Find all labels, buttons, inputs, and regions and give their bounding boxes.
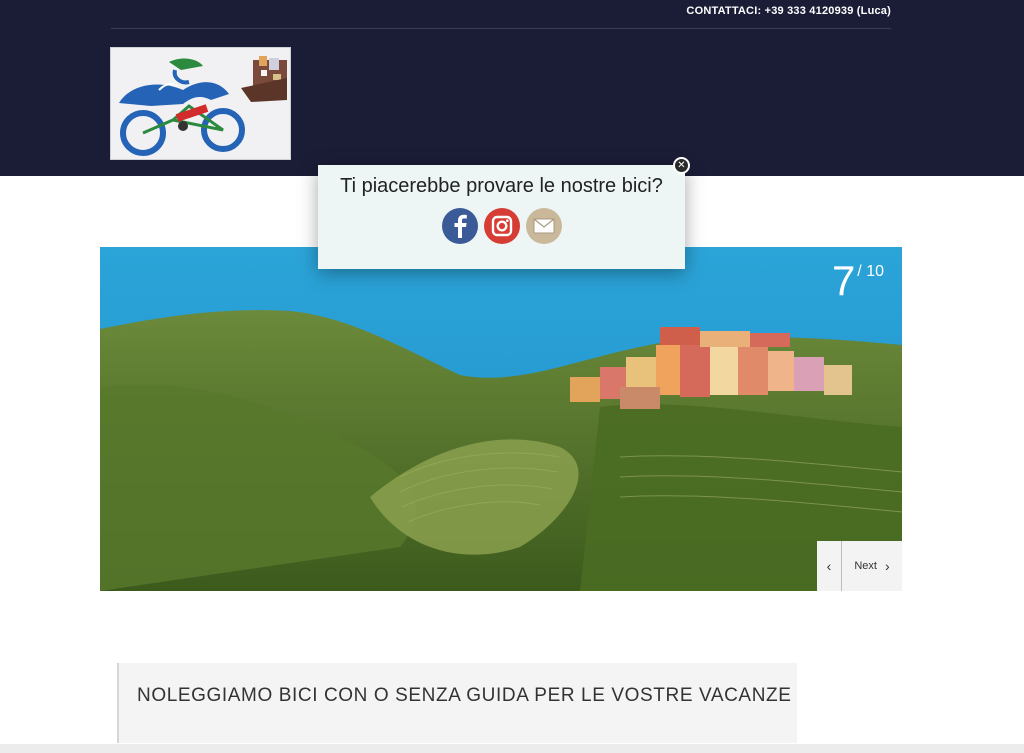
slider-navigation: ‹ Next › [817, 541, 902, 591]
slide-counter-total: 10 [866, 263, 884, 280]
chevron-right-icon: › [884, 558, 890, 574]
site-header: CONTATTACI: +39 333 4120939 (Luca) [0, 0, 1024, 176]
header-divider [111, 28, 891, 29]
tagline-box: NOLEGGIAMO BICI CON O SENZA GUIDA PER LE… [117, 663, 797, 743]
previous-slide-button[interactable]: ‹ [817, 541, 842, 591]
chevron-left-icon: ‹ [826, 558, 832, 574]
slide-image [100, 247, 902, 591]
instagram-icon[interactable] [483, 208, 520, 244]
slide-counter-current: 7 [831, 257, 856, 304]
next-slide-button[interactable]: Next › [842, 541, 902, 591]
slide-counter: 7/ 10 [832, 257, 884, 305]
cyclist-logo-icon [111, 48, 290, 159]
site-logo[interactable] [110, 47, 291, 160]
image-slider[interactable]: 7/ 10 ‹ Next › [100, 247, 902, 591]
social-icons [318, 208, 685, 244]
popup-close-icon[interactable]: ✕ [673, 157, 690, 174]
slide-counter-separator: / [857, 263, 862, 280]
social-popup: Ti piacerebbe provare le nostre bici? [318, 165, 685, 269]
facebook-icon[interactable] [441, 208, 478, 244]
tagline-heading: NOLEGGIAMO BICI CON O SENZA GUIDA PER LE… [137, 685, 792, 706]
popup-title: Ti piacerebbe provare le nostre bici? [340, 175, 663, 197]
next-slide-label: Next [854, 560, 877, 572]
contact-phone-link[interactable]: CONTATTACI: +39 333 4120939 (Luca) [686, 5, 891, 17]
mail-icon[interactable] [525, 208, 562, 244]
page-bottom-strip [0, 744, 1024, 753]
